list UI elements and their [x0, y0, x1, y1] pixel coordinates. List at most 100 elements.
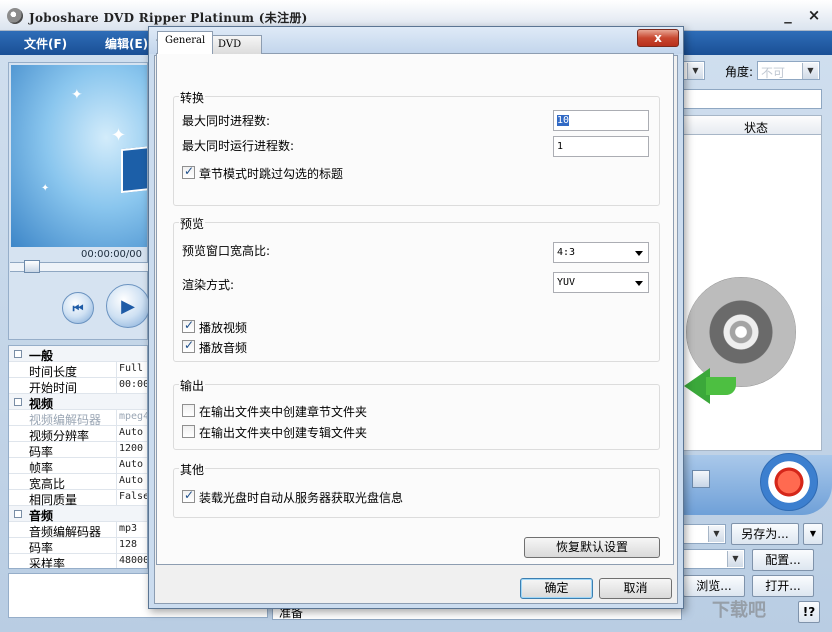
load-arrow-icon [706, 377, 736, 395]
info-row[interactable]: 时间长度 Full [9, 362, 147, 379]
info-value: False [119, 491, 148, 502]
info-row[interactable]: 视频 [9, 394, 147, 411]
info-row[interactable]: 帧率 Auto [9, 458, 147, 475]
render-mode-label: 渲染方式: [182, 278, 235, 292]
chevron-down-icon: ▼ [708, 526, 724, 542]
save-as-button[interactable]: 另存为... [731, 523, 799, 545]
sparkle-icon: ✦ [71, 87, 83, 103]
fetch-info-label: 装载光盘时自动从服务器获取光盘信息 [199, 491, 404, 505]
play-button[interactable]: ▶ [106, 284, 150, 328]
info-row[interactable]: 宽高比 Auto [9, 474, 147, 491]
info-row[interactable]: 开始时间 00:00 [9, 378, 148, 395]
render-mode-value: YUV [557, 277, 576, 288]
info-value: 00:00 [119, 379, 148, 390]
save-as-menu-button[interactable]: ▼ [803, 523, 823, 545]
play-icon: ▶ [121, 295, 135, 317]
info-row[interactable]: 采样率 48000 [9, 554, 148, 569]
help-button[interactable]: !? [798, 601, 820, 623]
info-value: mpeg4 [119, 411, 148, 422]
aspect-ratio-label: 预览窗口宽高比: [182, 244, 271, 258]
collapse-icon[interactable] [14, 398, 22, 406]
tab-general[interactable]: General [157, 31, 214, 54]
info-value: 128 [119, 539, 138, 550]
collapse-icon[interactable] [14, 350, 22, 358]
preview-screen: ✦ ✦ ✦ [11, 65, 147, 247]
fetch-info-checkbox[interactable] [182, 488, 195, 503]
info-value: mp3 [119, 523, 138, 534]
menu-edit[interactable]: 编辑(E) [105, 35, 148, 52]
info-row[interactable]: 一般 [9, 346, 147, 363]
info-row[interactable]: 相同质量 False [9, 490, 148, 507]
status-column-header[interactable]: 状态 [744, 119, 768, 136]
chevron-down-icon [635, 281, 643, 286]
sparkle-icon: ✦ [111, 125, 127, 146]
play-video-label: 播放视频 [199, 321, 248, 335]
chevron-down-icon: ▼ [727, 551, 743, 567]
output-group-title: 输出 [179, 377, 206, 394]
chevron-down-icon: ▼ [809, 529, 817, 538]
title-dropdown[interactable]: ▼ [683, 61, 705, 80]
info-value: Full [119, 363, 144, 374]
open-button[interactable]: 打开... [752, 575, 814, 597]
info-value: Auto [119, 427, 144, 438]
sparkle-icon: ✦ [41, 183, 50, 194]
close-window-button[interactable]: × [804, 6, 824, 24]
info-label: 采样率 [29, 557, 66, 569]
browse-button[interactable]: 浏览... [683, 575, 745, 597]
info-value: Auto [119, 459, 144, 470]
info-row[interactable]: 音频编解码器 mp3 [9, 522, 147, 539]
aspect-ratio-select[interactable]: 4:3 [553, 242, 649, 263]
config-button[interactable]: 配置... [752, 549, 814, 571]
album-folder-checkbox[interactable] [182, 425, 195, 438]
chapter-folder-checkbox[interactable] [182, 404, 195, 417]
max-running-value: 1 [557, 141, 564, 152]
format-dropdown[interactable]: ▼ [683, 549, 745, 569]
play-video-checkbox[interactable] [182, 318, 195, 333]
preview-group-title: 预览 [179, 215, 206, 232]
media-info-table: 一般 时间长度 Full 开始时间 00:00 视频 视频编解码器 mpeg4 视频分… [8, 345, 148, 569]
file-path-input[interactable] [683, 89, 822, 109]
aspect-ratio-value: 4:3 [557, 247, 576, 258]
max-processes-input[interactable]: 10 [553, 110, 649, 131]
previous-button[interactable]: ⏮ [62, 292, 94, 324]
max-processes-value: 10 [557, 115, 570, 126]
chapter-folder-label: 在输出文件夹中创建章节文件夹 [199, 405, 368, 419]
max-running-input[interactable]: 1 [553, 136, 649, 157]
collapse-icon[interactable] [14, 510, 22, 518]
start-convert-button[interactable] [760, 453, 818, 511]
skip-back-icon: ⏮ [72, 300, 84, 315]
chevron-down-icon: ▼ [687, 63, 703, 79]
app-logo-icon [7, 8, 23, 24]
minimize-button[interactable]: _ [778, 6, 798, 24]
info-value: 48000 [119, 555, 148, 566]
info-value: 1200 [119, 443, 144, 454]
clapperboard-icon [121, 144, 147, 194]
render-mode-select[interactable]: YUV [553, 272, 649, 293]
ok-button[interactable]: 确定 [520, 578, 593, 599]
album-folder-label: 在输出文件夹中创建专辑文件夹 [199, 426, 368, 440]
info-row[interactable]: 视频编解码器 mpeg4 [9, 410, 148, 427]
skip-checked-checkbox[interactable] [182, 164, 195, 179]
angle-dropdown[interactable]: 不可 ▼ [757, 61, 820, 80]
max-running-label: 最大同时运行进程数: [182, 139, 295, 153]
title-list[interactable] [683, 135, 822, 451]
stop-button[interactable] [692, 470, 710, 488]
restore-defaults-button[interactable]: 恢复默认设置 [524, 537, 660, 558]
menu-file[interactable]: 文件(F) [24, 35, 67, 52]
cancel-button[interactable]: 取消 [599, 578, 672, 599]
max-processes-label: 最大同时进程数: [182, 114, 271, 128]
info-row[interactable]: 视频分辨率 Auto [9, 426, 147, 443]
play-audio-checkbox[interactable] [182, 338, 195, 353]
chevron-down-icon: ▼ [802, 63, 818, 79]
other-group-title: 其他 [179, 461, 206, 478]
seek-knob[interactable] [24, 260, 40, 273]
info-row[interactable]: 码率 1200 [9, 442, 147, 459]
info-row[interactable]: 音频 [9, 506, 147, 523]
profile-dropdown[interactable]: ▼ [683, 524, 726, 544]
angle-label: 角度: [725, 65, 754, 79]
chevron-down-icon [635, 251, 643, 256]
tab-dvd[interactable]: DVD [210, 35, 262, 54]
info-row[interactable]: 码率 128 [9, 538, 147, 555]
dialog-close-button[interactable]: x [637, 29, 679, 47]
angle-value: 不可 [761, 66, 786, 80]
